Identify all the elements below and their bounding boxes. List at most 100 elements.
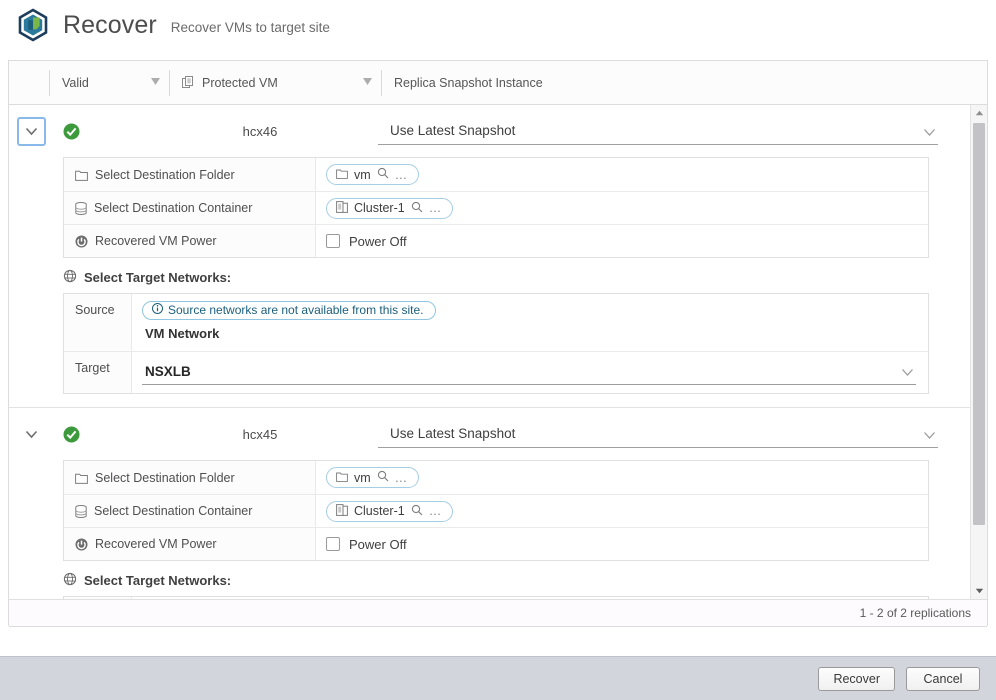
source-unavailable-notice: Source networks are not available from t… xyxy=(142,301,436,320)
setting-label-text: Recovered VM Power xyxy=(95,234,217,248)
destination-container-picker[interactable]: Cluster-1 … xyxy=(326,501,453,522)
folder-icon xyxy=(75,169,88,181)
network-source-value: Source networks are not available from t… xyxy=(132,294,928,351)
target-networks-table: Source Source network xyxy=(63,293,929,394)
row-detail-bottom-spacer xyxy=(9,394,970,407)
setting-row-destination-folder: Select Destination Folder vm xyxy=(64,461,928,494)
scrollbar-thumb[interactable] xyxy=(973,123,985,525)
page-title: Recover xyxy=(63,11,157,40)
power-off-checkbox-group: Power Off xyxy=(326,234,407,249)
setting-value-destination-container: Cluster-1 … xyxy=(316,192,928,224)
power-icon xyxy=(75,235,88,248)
setting-label-text: Select Destination Folder xyxy=(95,168,235,182)
setting-value-recovered-vm-power: Power Off xyxy=(316,528,928,560)
destination-folder-picker[interactable]: vm … xyxy=(326,467,419,488)
valid-status-cell xyxy=(46,123,166,140)
setting-row-destination-container: Select Destination Container xyxy=(64,191,928,224)
database-icon xyxy=(75,202,87,215)
cancel-button[interactable]: Cancel xyxy=(906,667,980,691)
destination-container-value: Cluster-1 xyxy=(354,201,405,215)
destination-folder-value: vm xyxy=(354,471,371,485)
page-subtitle: Recover VMs to target site xyxy=(171,15,330,35)
scrollbar-track[interactable] xyxy=(971,121,987,583)
network-icon xyxy=(63,572,77,589)
page-header: Recover Recover VMs to target site xyxy=(0,0,996,50)
setting-label-text: Recovered VM Power xyxy=(95,537,217,551)
filter-icon[interactable] xyxy=(362,76,373,90)
scroll-down-arrow-icon[interactable] xyxy=(971,583,987,599)
setting-value-destination-container: Cluster-1 … xyxy=(316,495,928,527)
hexagon-vm-logo-icon xyxy=(16,8,50,42)
network-icon xyxy=(63,269,77,286)
search-icon[interactable] xyxy=(377,167,389,182)
destination-folder-value: vm xyxy=(354,168,371,182)
setting-label-recovered-vm-power: Recovered VM Power xyxy=(64,225,316,257)
power-off-checkbox[interactable] xyxy=(326,234,340,248)
setting-label-text: Select Destination Container xyxy=(94,504,252,518)
search-icon[interactable] xyxy=(377,470,389,485)
destination-folder-picker[interactable]: vm … xyxy=(326,164,419,185)
setting-label-text: Select Destination Container xyxy=(94,201,252,215)
recover-button[interactable]: Recover xyxy=(818,667,895,691)
row-detail-panel: Select Destination Folder vm xyxy=(9,460,970,561)
check-circle-icon xyxy=(63,123,80,140)
column-header-protected-vm[interactable]: Protected VM xyxy=(169,70,381,96)
replica-snapshot-cell: Use Latest Snapshot xyxy=(378,421,970,448)
network-source-label: Source xyxy=(64,597,132,599)
ellipsis-icon: … xyxy=(429,201,442,215)
power-off-checkbox[interactable] xyxy=(326,537,340,551)
power-off-label: Power Off xyxy=(349,537,407,552)
destination-settings-table: Select Destination Folder vm xyxy=(63,460,929,561)
ellipsis-icon: … xyxy=(429,504,442,518)
chevron-down-icon xyxy=(923,428,936,443)
setting-row-destination-folder: Select Destination Folder vm xyxy=(64,158,928,191)
network-source-value: Source networks are not available from t… xyxy=(132,597,928,599)
replication-summary-row: hcx46 Use Latest Snapshot xyxy=(9,105,970,157)
column-header-replica-snapshot-instance[interactable]: Replica Snapshot Instance xyxy=(381,70,987,96)
row-detail-panel: Select Destination Folder vm xyxy=(9,157,970,258)
pagination-status: 1 - 2 of 2 replications xyxy=(860,606,971,620)
row-expander-toggle[interactable] xyxy=(17,117,46,146)
source-network-name: VM Network xyxy=(142,320,918,343)
vm-icon xyxy=(182,76,195,89)
replications-datagrid: Valid Protected VM Replica Snapshot Inst… xyxy=(8,60,988,626)
ellipsis-icon: … xyxy=(395,471,408,485)
target-networks-heading: Select Target Networks: xyxy=(9,258,970,293)
snapshot-instance-select[interactable]: Use Latest Snapshot xyxy=(378,421,938,448)
source-unavailable-text: Source networks are not available from t… xyxy=(168,303,423,317)
destination-container-picker[interactable]: Cluster-1 … xyxy=(326,198,453,219)
vertical-scrollbar[interactable] xyxy=(970,105,987,599)
search-icon[interactable] xyxy=(411,504,423,519)
network-target-value: NSXLB xyxy=(132,352,928,393)
datagrid-scroll-viewport: hcx46 Use Latest Snapshot xyxy=(9,105,970,599)
snapshot-instance-value: Use Latest Snapshot xyxy=(390,123,515,138)
snapshot-instance-select[interactable]: Use Latest Snapshot xyxy=(378,118,938,145)
datagrid-body: hcx46 Use Latest Snapshot xyxy=(9,105,987,599)
network-target-label: Target xyxy=(64,352,132,393)
target-network-select[interactable]: NSXLB xyxy=(142,359,916,385)
datagrid-header-row: Valid Protected VM Replica Snapshot Inst… xyxy=(9,61,987,105)
table-row: hcx46 Use Latest Snapshot xyxy=(9,105,970,407)
power-off-label: Power Off xyxy=(349,234,407,249)
scroll-up-arrow-icon[interactable] xyxy=(971,105,987,121)
setting-label-destination-folder: Select Destination Folder xyxy=(64,158,316,191)
database-icon xyxy=(75,505,87,518)
column-header-valid[interactable]: Valid xyxy=(49,70,169,96)
network-row-source: Source Source network xyxy=(64,597,928,599)
search-icon[interactable] xyxy=(411,201,423,216)
setting-value-destination-folder: vm … xyxy=(316,461,928,494)
network-row-source: Source Source network xyxy=(64,294,928,351)
datagrid-footer: 1 - 2 of 2 replications xyxy=(9,599,987,627)
target-network-value: NSXLB xyxy=(145,364,191,379)
column-header-valid-label: Valid xyxy=(62,76,89,90)
column-header-replica-snapshot-instance-label: Replica Snapshot Instance xyxy=(394,76,543,90)
chevron-down-icon xyxy=(923,125,936,140)
destination-container-value: Cluster-1 xyxy=(354,504,405,518)
snapshot-instance-value: Use Latest Snapshot xyxy=(390,426,515,441)
check-circle-icon xyxy=(63,426,80,443)
replication-summary-row: hcx45 Use Latest Snapshot xyxy=(9,408,970,460)
row-expander-toggle[interactable] xyxy=(17,420,46,449)
setting-value-recovered-vm-power: Power Off xyxy=(316,225,928,257)
filter-icon[interactable] xyxy=(150,76,161,90)
setting-label-destination-container: Select Destination Container xyxy=(64,192,316,224)
